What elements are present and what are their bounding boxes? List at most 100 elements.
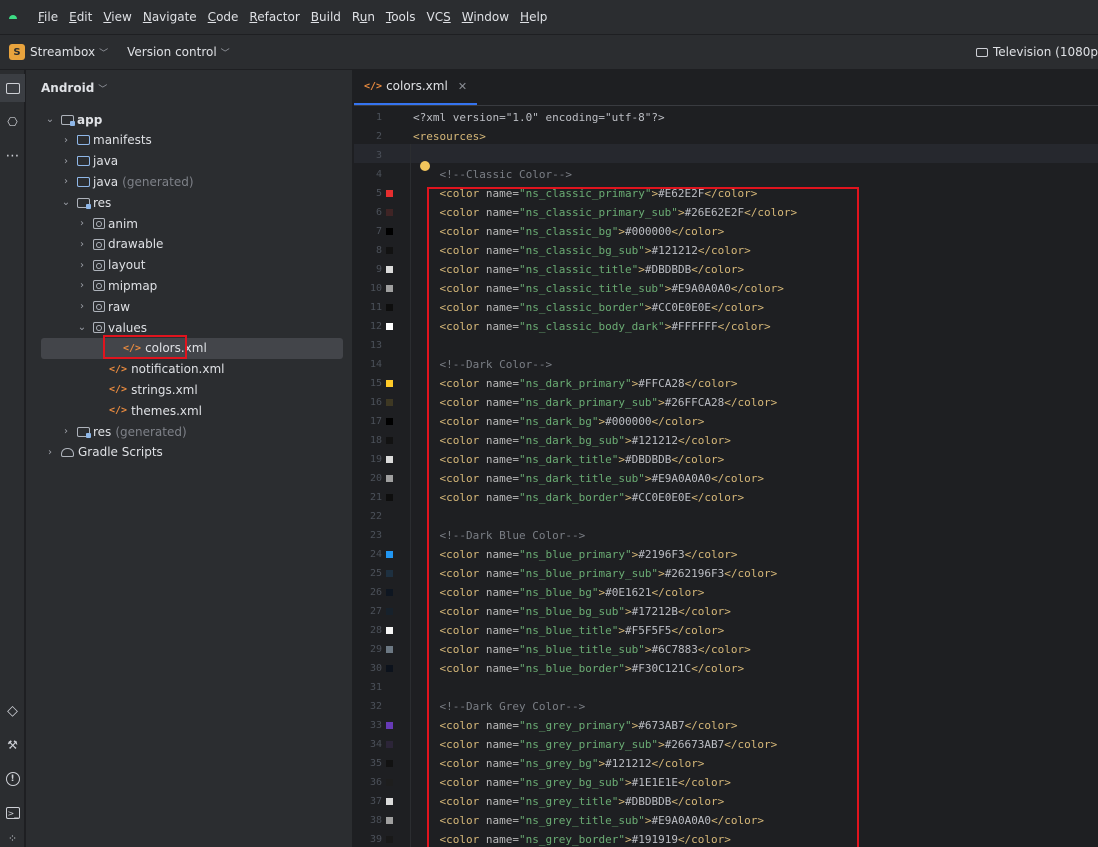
- tree-item[interactable]: › mipmap: [26, 275, 352, 296]
- color-swatch[interactable]: [386, 456, 393, 463]
- color-swatch[interactable]: [386, 494, 393, 501]
- close-icon[interactable]: ✕: [458, 80, 467, 93]
- color-swatch[interactable]: [386, 779, 393, 786]
- menu-item[interactable]: Build: [307, 10, 345, 24]
- chevron-right-icon[interactable]: ›: [59, 176, 73, 187]
- menu-item[interactable]: Navigate: [139, 10, 201, 24]
- code-line: 27 <color name="ns_blue_bg_sub">#17212B<…: [354, 602, 1098, 621]
- color-swatch[interactable]: [386, 627, 393, 634]
- color-swatch[interactable]: [386, 551, 393, 558]
- tree-item[interactable]: ⌄ values: [26, 317, 352, 338]
- color-swatch[interactable]: [386, 760, 393, 767]
- chevron-right-icon[interactable]: ›: [59, 426, 73, 437]
- chevron-right-icon[interactable]: ›: [75, 260, 89, 271]
- chevron-down-icon[interactable]: ⌄: [43, 114, 57, 125]
- attr-name: name=: [485, 396, 519, 409]
- menu-item[interactable]: View: [99, 10, 135, 24]
- more-tools-button[interactable]: ⋯: [0, 142, 25, 170]
- color-swatch[interactable]: [386, 741, 393, 748]
- tree-item[interactable]: ⌄ app: [26, 109, 352, 130]
- tree-item[interactable]: › layout: [26, 255, 352, 276]
- color-swatch[interactable]: [386, 475, 393, 482]
- color-swatch[interactable]: [386, 323, 393, 330]
- color-swatch[interactable]: [386, 665, 393, 672]
- tree-item[interactable]: </> strings.xml: [26, 379, 352, 400]
- color-swatch[interactable]: [386, 646, 393, 653]
- color-tag-close: </color>: [671, 453, 725, 466]
- menu-item[interactable]: Code: [204, 10, 243, 24]
- chevron-right-icon[interactable]: ›: [75, 239, 89, 250]
- gemini-tool-button[interactable]: ◇: [0, 697, 25, 725]
- color-swatch[interactable]: [386, 399, 393, 406]
- menu-item[interactable]: Edit: [65, 10, 96, 24]
- tree-item[interactable]: </> notification.xml: [26, 359, 352, 380]
- menu-item[interactable]: Tools: [382, 10, 420, 24]
- color-swatch[interactable]: [386, 418, 393, 425]
- terminal-tool-button[interactable]: >_: [0, 799, 25, 827]
- color-swatch[interactable]: [386, 817, 393, 824]
- chevron-right-icon[interactable]: ›: [75, 301, 89, 312]
- color-swatch[interactable]: [386, 247, 393, 254]
- color-swatch[interactable]: [386, 304, 393, 311]
- color-hex-value: #000000: [605, 415, 652, 428]
- color-swatch[interactable]: [386, 285, 393, 292]
- chevron-down-icon[interactable]: ﹀: [99, 46, 108, 59]
- structure-tool-button[interactable]: ⎔: [0, 108, 25, 136]
- chevron-right-icon[interactable]: ›: [75, 280, 89, 291]
- editor-tab-colors-xml[interactable]: </> colors.xml ✕: [354, 69, 478, 105]
- tree-item[interactable]: › res (generated): [26, 421, 352, 442]
- color-swatch[interactable]: [386, 722, 393, 729]
- chevron-down-icon[interactable]: ⌄: [75, 322, 89, 333]
- color-swatch[interactable]: [386, 798, 393, 805]
- tree-item[interactable]: › Gradle Scripts: [26, 442, 352, 463]
- lightbulb-icon[interactable]: [420, 161, 430, 171]
- color-swatch[interactable]: [386, 209, 393, 216]
- version-control-widget[interactable]: Version control ﹀: [122, 45, 230, 59]
- tree-item[interactable]: › raw: [26, 296, 352, 317]
- code-line: 21 <color name="ns_dark_border">#CC0E0E0…: [354, 488, 1098, 507]
- color-swatch[interactable]: [386, 589, 393, 596]
- menu-item[interactable]: Run: [348, 10, 379, 24]
- color-swatch[interactable]: [386, 380, 393, 387]
- color-swatch[interactable]: [386, 570, 393, 577]
- project-badge[interactable]: S: [9, 44, 25, 60]
- color-swatch[interactable]: [386, 608, 393, 615]
- project-tool-button[interactable]: [0, 74, 25, 102]
- chevron-right-icon[interactable]: ›: [59, 135, 73, 146]
- tree-item[interactable]: › anim: [26, 213, 352, 234]
- project-name[interactable]: Streambox: [30, 45, 95, 59]
- code-area[interactable]: 1 <?xml version="1.0" encoding="utf-8"?> 2…: [354, 107, 1098, 847]
- tree-item[interactable]: ⌄ res: [26, 192, 352, 213]
- build-tool-button[interactable]: ⚒: [0, 731, 25, 759]
- project-view-selector[interactable]: Android ﹀: [26, 70, 352, 106]
- color-swatch[interactable]: [386, 228, 393, 235]
- version-control-tool-button[interactable]: ⁘: [0, 830, 25, 847]
- menu-item[interactable]: Help: [516, 10, 551, 24]
- color-swatch[interactable]: [386, 437, 393, 444]
- chevron-right-icon[interactable]: ›: [43, 447, 57, 458]
- android-studio-logo[interactable]: [0, 0, 26, 34]
- chevron-right-icon[interactable]: ›: [75, 218, 89, 229]
- device-selector[interactable]: Television (1080p: [975, 35, 1098, 69]
- problems-tool-button[interactable]: !: [0, 765, 25, 793]
- color-swatch[interactable]: [386, 266, 393, 273]
- menu-item[interactable]: File: [34, 10, 62, 24]
- chevron-down-icon[interactable]: ⌄: [59, 197, 73, 208]
- tree-item[interactable]: › drawable: [26, 234, 352, 255]
- menu-item[interactable]: Window: [458, 10, 513, 24]
- color-swatch[interactable]: [386, 190, 393, 197]
- tree-item-selected[interactable]: </> colors.xml: [41, 337, 343, 359]
- tree-item[interactable]: › java: [26, 151, 352, 172]
- menu-item[interactable]: Refactor: [245, 10, 303, 24]
- resource-folder-icon: [93, 218, 105, 229]
- attr-name: name=: [485, 795, 519, 808]
- code-line: 4 <!--Classic Color-->: [354, 165, 1098, 184]
- chevron-right-icon[interactable]: ›: [59, 156, 73, 167]
- menu-item[interactable]: VCS: [423, 10, 455, 24]
- color-swatch[interactable]: [386, 836, 393, 843]
- tree-item[interactable]: › manifests: [26, 130, 352, 151]
- attr-name: name=: [485, 206, 519, 219]
- tree-item[interactable]: </> themes.xml: [26, 400, 352, 421]
- code-text: <color name="ns_dark_title_sub">#E9A0A0A…: [413, 472, 765, 485]
- tree-item[interactable]: › java (generated): [26, 171, 352, 192]
